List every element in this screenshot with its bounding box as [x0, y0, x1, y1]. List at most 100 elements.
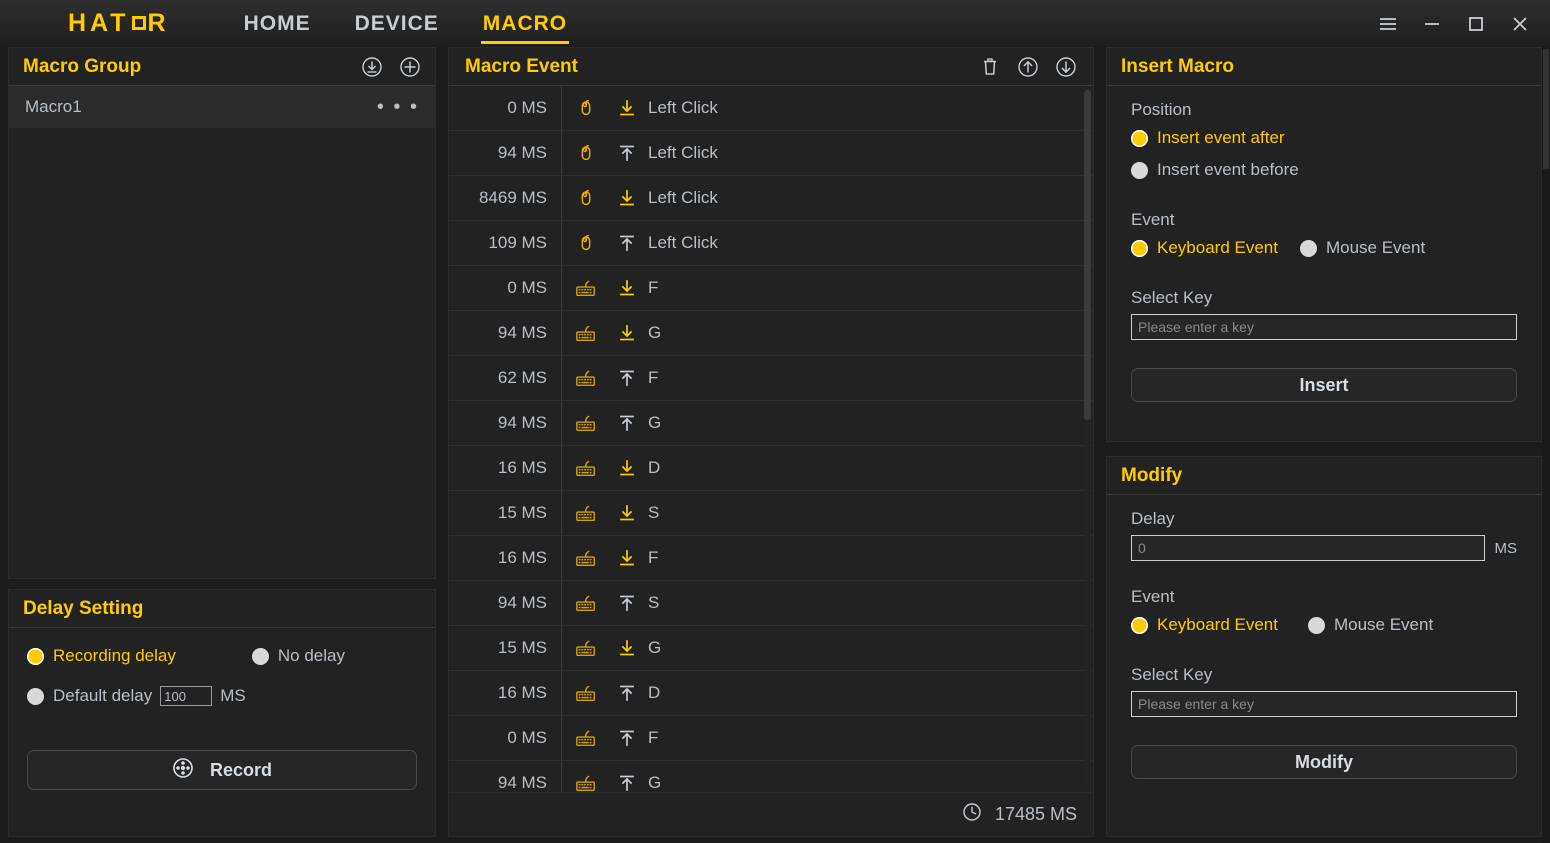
event-name-cell: Left Click — [648, 233, 718, 252]
event-delay-cell: 94 MS — [449, 401, 562, 445]
nav-item-macro[interactable]: MACRO — [480, 9, 570, 44]
record-button[interactable]: Record — [27, 750, 417, 790]
move-up-icon[interactable] — [1017, 56, 1039, 78]
move-down-icon[interactable] — [1055, 56, 1077, 78]
minimize-icon[interactable] — [1410, 0, 1454, 47]
main-content: Macro Group Macro1 • • • Delay Setting R… — [0, 47, 1550, 843]
insert-button[interactable]: Insert — [1131, 368, 1517, 402]
event-delay-cell: 0 MS — [449, 716, 562, 760]
table-row[interactable]: 15 MS G — [449, 626, 1093, 671]
event-name-cell: F — [648, 278, 659, 297]
keyboard-icon — [562, 637, 610, 659]
window-scroll-thumb[interactable] — [1543, 49, 1549, 169]
film-reel-icon — [172, 757, 194, 784]
macro-event-footer: 17485 MS — [449, 792, 1093, 836]
label-insert-event-after[interactable]: Insert event after — [1157, 128, 1285, 148]
left-column: Macro Group Macro1 • • • Delay Setting R… — [8, 47, 436, 837]
list-item[interactable]: Macro1 • • • — [9, 86, 435, 128]
default-delay-input[interactable] — [160, 686, 213, 706]
table-row[interactable]: 109 MS Left Click — [449, 221, 1093, 266]
event-delay-cell: 94 MS — [449, 581, 562, 625]
table-row[interactable]: 16 MS D — [449, 446, 1093, 491]
insert-macro-header: Insert Macro — [1107, 48, 1541, 86]
table-row[interactable]: 8469 MS Left Click — [449, 176, 1093, 221]
menu-icon[interactable] — [1366, 0, 1410, 47]
label-insert-mouse-event[interactable]: Mouse Event — [1326, 238, 1425, 258]
add-icon[interactable] — [399, 56, 421, 78]
nav-item-device[interactable]: DEVICE — [355, 9, 439, 39]
event-list-scrollbar[interactable] — [1084, 90, 1091, 788]
label-modify-mouse-event[interactable]: Mouse Event — [1334, 615, 1433, 635]
event-delay-cell: 16 MS — [449, 671, 562, 715]
insert-macro-body: Position Insert event after Insert event… — [1107, 86, 1541, 402]
macro-event-panel: Macro Event 0 MS Left Click 94 MS Left Clic… — [448, 47, 1094, 837]
keyboard-icon — [562, 547, 610, 569]
arrow-up-icon — [610, 143, 644, 163]
event-delay-cell: 15 MS — [449, 626, 562, 670]
macro-item-menu-icon[interactable]: • • • — [377, 97, 419, 117]
table-row[interactable]: 0 MS Left Click — [449, 86, 1093, 131]
maximize-icon[interactable] — [1454, 0, 1498, 47]
radio-insert-event-after[interactable] — [1131, 129, 1148, 147]
event-name-cell: D — [648, 683, 661, 702]
arrow-up-icon — [610, 683, 644, 703]
total-duration: 17485 MS — [994, 804, 1077, 824]
table-row[interactable]: 94 MS G — [449, 761, 1093, 792]
table-row[interactable]: 16 MS F — [449, 536, 1093, 581]
radio-modify-mouse-event[interactable] — [1307, 616, 1325, 634]
radio-insert-event-before[interactable] — [1131, 161, 1148, 179]
table-row[interactable]: 15 MS S — [449, 491, 1093, 536]
event-delay-cell: 15 MS — [449, 491, 562, 535]
delay-setting-body: Recording delay No delay Default delay M… — [9, 628, 435, 726]
radio-insert-keyboard-event[interactable] — [1131, 239, 1148, 257]
label-insert-keyboard-event[interactable]: Keyboard Event — [1157, 238, 1278, 258]
event-delay-cell: 0 MS — [449, 266, 562, 310]
brand-logo: HAT R — [68, 9, 170, 38]
arrow-down-icon — [610, 548, 644, 568]
arrow-down-icon — [610, 323, 644, 343]
radio-no-delay[interactable] — [251, 647, 269, 665]
arrow-up-icon — [610, 413, 644, 433]
label-modify-keyboard-event[interactable]: Keyboard Event — [1157, 615, 1278, 635]
label-no-delay[interactable]: No delay — [278, 646, 345, 666]
arrow-up-icon — [610, 233, 644, 253]
record-button-label: Record — [209, 759, 272, 780]
event-name-cell: Left Click — [648, 188, 718, 207]
keyboard-icon — [562, 592, 610, 614]
download-icon[interactable] — [361, 56, 383, 78]
label-insert-event-before[interactable]: Insert event before — [1157, 160, 1299, 180]
radio-modify-keyboard-event[interactable] — [1131, 616, 1148, 634]
modify-select-key-input[interactable] — [1131, 691, 1517, 717]
close-icon[interactable] — [1498, 0, 1542, 47]
table-row[interactable]: 94 MS Left Click — [449, 131, 1093, 176]
table-row[interactable]: 0 MS F — [449, 716, 1093, 761]
window-scrollbar[interactable] — [1542, 47, 1550, 843]
nav-item-home[interactable]: HOME — [244, 9, 311, 39]
label-default-delay[interactable]: Default delay — [53, 686, 152, 706]
event-name-cell: G — [648, 413, 662, 432]
event-list-scroll-thumb[interactable] — [1084, 90, 1091, 420]
modify-button[interactable]: Modify — [1131, 745, 1517, 779]
macro-group-panel: Macro Group Macro1 • • • — [8, 47, 436, 579]
modify-delay-unit: MS — [1494, 539, 1518, 557]
table-row[interactable]: 62 MS F — [449, 356, 1093, 401]
arrow-down-icon — [610, 458, 644, 478]
radio-recording-delay[interactable] — [27, 647, 44, 665]
radio-default-delay[interactable] — [27, 687, 44, 705]
table-row[interactable]: 94 MS G — [449, 311, 1093, 356]
keyboard-icon — [562, 772, 610, 792]
label-recording-delay[interactable]: Recording delay — [53, 646, 176, 666]
table-row[interactable]: 94 MS G — [449, 401, 1093, 446]
right-column: Insert Macro Position Insert event after… — [1106, 47, 1542, 837]
trash-icon[interactable] — [979, 56, 1001, 78]
table-row[interactable]: 94 MS S — [449, 581, 1093, 626]
event-name-cell: F — [648, 728, 659, 747]
radio-insert-mouse-event[interactable] — [1299, 239, 1317, 257]
modify-delay-input[interactable] — [1131, 535, 1485, 561]
event-name-cell: S — [648, 503, 660, 522]
modify-event-label: Event — [1131, 587, 1175, 606]
insert-select-key-input[interactable] — [1131, 314, 1517, 340]
table-row[interactable]: 16 MS D — [449, 671, 1093, 716]
mouse-icon — [562, 142, 610, 164]
table-row[interactable]: 0 MS F — [449, 266, 1093, 311]
